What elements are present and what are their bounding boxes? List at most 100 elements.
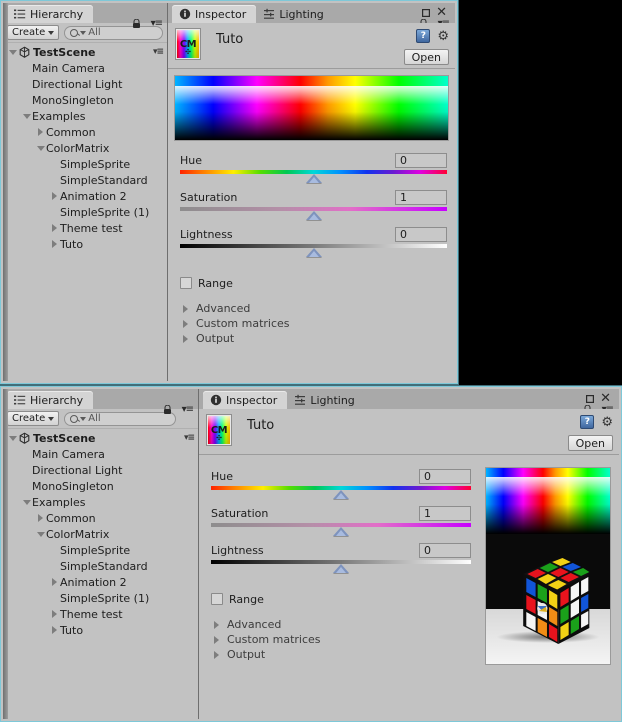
slider-track-hue[interactable] (211, 486, 471, 500)
slider-handle-saturation[interactable] (333, 527, 349, 536)
range-checkbox-row[interactable]: Range (180, 274, 455, 292)
slider-track-lightness[interactable] (211, 560, 471, 574)
hierarchy-item-common[interactable]: Common (3, 124, 167, 140)
range-checkbox-row[interactable]: Range (211, 590, 479, 608)
scene-context-menu-icon[interactable]: ▾≡ (153, 47, 164, 57)
search-filter-chevron-icon[interactable] (80, 416, 87, 421)
chevron-right-icon[interactable] (211, 650, 222, 659)
hierarchy-item-tuto[interactable]: Tuto (3, 236, 167, 252)
chevron-down-icon[interactable] (21, 499, 32, 505)
tab-inspector[interactable]: Inspector (172, 5, 257, 23)
create-button[interactable]: Create (7, 411, 60, 426)
hierarchy-scene-row[interactable]: TestScene ▾≡ (3, 430, 198, 446)
gear-icon[interactable]: ⚙ (601, 416, 613, 429)
hierarchy-item-directional-light[interactable]: Directional Light (3, 76, 167, 92)
hierarchy-item-tuto[interactable]: Tuto (3, 622, 198, 638)
lock-icon[interactable] (132, 18, 141, 32)
chevron-down-icon[interactable] (35, 531, 46, 537)
hierarchy-item-main-camera[interactable]: Main Camera (3, 446, 198, 462)
chevron-right-icon[interactable] (49, 224, 60, 232)
chevron-right-icon[interactable] (180, 334, 191, 343)
slider-handle-lightness[interactable] (333, 564, 349, 573)
hierarchy-item-directional-light[interactable]: Directional Light (3, 462, 198, 478)
range-checkbox[interactable] (211, 593, 223, 605)
help-book-icon[interactable]: ? (416, 29, 431, 43)
unity-window-bottom: Hierarchy ▾≡ Create All TestScene ▾≡ Mai… (0, 386, 622, 722)
hierarchy-item-monosingleton[interactable]: MonoSingleton (3, 478, 198, 494)
chevron-right-icon[interactable] (49, 240, 60, 248)
slider-value-input-lightness[interactable]: 0 (419, 542, 471, 558)
foldout-custom-matrices[interactable]: Custom matrices (180, 316, 455, 331)
chevron-down-icon[interactable] (7, 49, 18, 55)
hierarchy-item-simplestandard[interactable]: SimpleStandard (3, 172, 167, 188)
foldout-output[interactable]: Output (180, 331, 455, 346)
create-button[interactable]: Create (7, 25, 60, 40)
foldout-advanced[interactable]: Advanced (180, 301, 455, 316)
hierarchy-item-common[interactable]: Common (3, 510, 198, 526)
gear-icon[interactable]: ⚙ (437, 30, 449, 43)
hierarchy-item-main-camera[interactable]: Main Camera (3, 60, 167, 76)
scene-name: TestScene (33, 45, 96, 59)
chevron-right-icon[interactable] (35, 128, 46, 136)
slider-track-saturation[interactable] (211, 523, 471, 537)
slider-label-lightness: Lightness (211, 543, 264, 557)
tab-hierarchy[interactable]: Hierarchy (7, 5, 94, 23)
slider-value-input-saturation[interactable]: 1 (395, 189, 447, 205)
chevron-right-icon[interactable] (211, 620, 222, 629)
hierarchy-item-simplesprite-1[interactable]: SimpleSprite (1) (3, 204, 167, 220)
chevron-right-icon[interactable] (49, 626, 60, 634)
hierarchy-item-simplesprite[interactable]: SimpleSprite (3, 156, 167, 172)
hierarchy-item-simplesprite[interactable]: SimpleSprite (3, 542, 198, 558)
tab-lighting[interactable]: Lighting (287, 391, 365, 409)
scene-context-menu-icon[interactable]: ▾≡ (184, 433, 195, 443)
tab-inspector[interactable]: Inspector (203, 391, 288, 409)
chevron-right-icon[interactable] (49, 192, 60, 200)
slider-handle-lightness[interactable] (305, 248, 322, 257)
slider-track-lightness[interactable] (180, 244, 447, 258)
tab-hierarchy[interactable]: Hierarchy (7, 391, 94, 409)
slider-value-input-lightness[interactable]: 0 (395, 226, 447, 242)
chevron-right-icon[interactable] (49, 578, 60, 586)
slider-value-input-hue[interactable]: 0 (395, 152, 447, 168)
help-book-icon[interactable]: ? (580, 415, 595, 429)
chevron-right-icon[interactable] (35, 514, 46, 522)
hierarchy-item-animation-2[interactable]: Animation 2 (3, 574, 198, 590)
hierarchy-item-simplestandard[interactable]: SimpleStandard (3, 558, 198, 574)
foldout-output[interactable]: Output (211, 647, 479, 662)
hierarchy-item-colormatrix[interactable]: ColorMatrix (3, 526, 198, 542)
chevron-right-icon[interactable] (49, 610, 60, 618)
chevron-down-icon[interactable] (21, 113, 32, 119)
panel-menu-icon[interactable]: ▾≡ (182, 405, 194, 415)
chevron-right-icon[interactable] (180, 304, 191, 313)
hierarchy-item-monosingleton[interactable]: MonoSingleton (3, 92, 167, 108)
slider-handle-saturation[interactable] (305, 211, 322, 220)
slider-value-input-saturation[interactable]: 1 (419, 505, 471, 521)
chevron-down-icon[interactable] (7, 435, 18, 441)
open-button[interactable]: Open (567, 435, 613, 451)
gear-glyph: ✣ (185, 48, 191, 56)
range-checkbox[interactable] (180, 277, 192, 289)
slider-handle-hue[interactable] (305, 174, 322, 183)
hierarchy-item-animation-2[interactable]: Animation 2 (3, 188, 167, 204)
panel-menu-icon[interactable]: ▾≡ (151, 19, 163, 29)
slider-value-input-hue[interactable]: 0 (419, 468, 471, 484)
hierarchy-item-theme-test[interactable]: Theme test (3, 220, 167, 236)
lock-icon[interactable] (163, 404, 172, 418)
chevron-right-icon[interactable] (211, 635, 222, 644)
search-filter-chevron-icon[interactable] (80, 30, 87, 35)
chevron-right-icon[interactable] (180, 319, 191, 328)
hierarchy-scene-row[interactable]: TestScene ▾≡ (3, 44, 167, 60)
hierarchy-item-simplesprite-1[interactable]: SimpleSprite (1) (3, 590, 198, 606)
tab-lighting[interactable]: Lighting (256, 5, 334, 23)
hierarchy-item-examples[interactable]: Examples (3, 108, 167, 124)
slider-handle-hue[interactable] (333, 490, 349, 499)
slider-track-saturation[interactable] (180, 207, 447, 221)
open-button[interactable]: Open (403, 49, 449, 65)
chevron-down-icon[interactable] (35, 145, 46, 151)
hierarchy-item-examples[interactable]: Examples (3, 494, 198, 510)
foldout-custom-matrices[interactable]: Custom matrices (211, 632, 479, 647)
foldout-advanced[interactable]: Advanced (211, 617, 479, 632)
hierarchy-item-colormatrix[interactable]: ColorMatrix (3, 140, 167, 156)
hierarchy-item-theme-test[interactable]: Theme test (3, 606, 198, 622)
slider-track-hue[interactable] (180, 170, 447, 184)
